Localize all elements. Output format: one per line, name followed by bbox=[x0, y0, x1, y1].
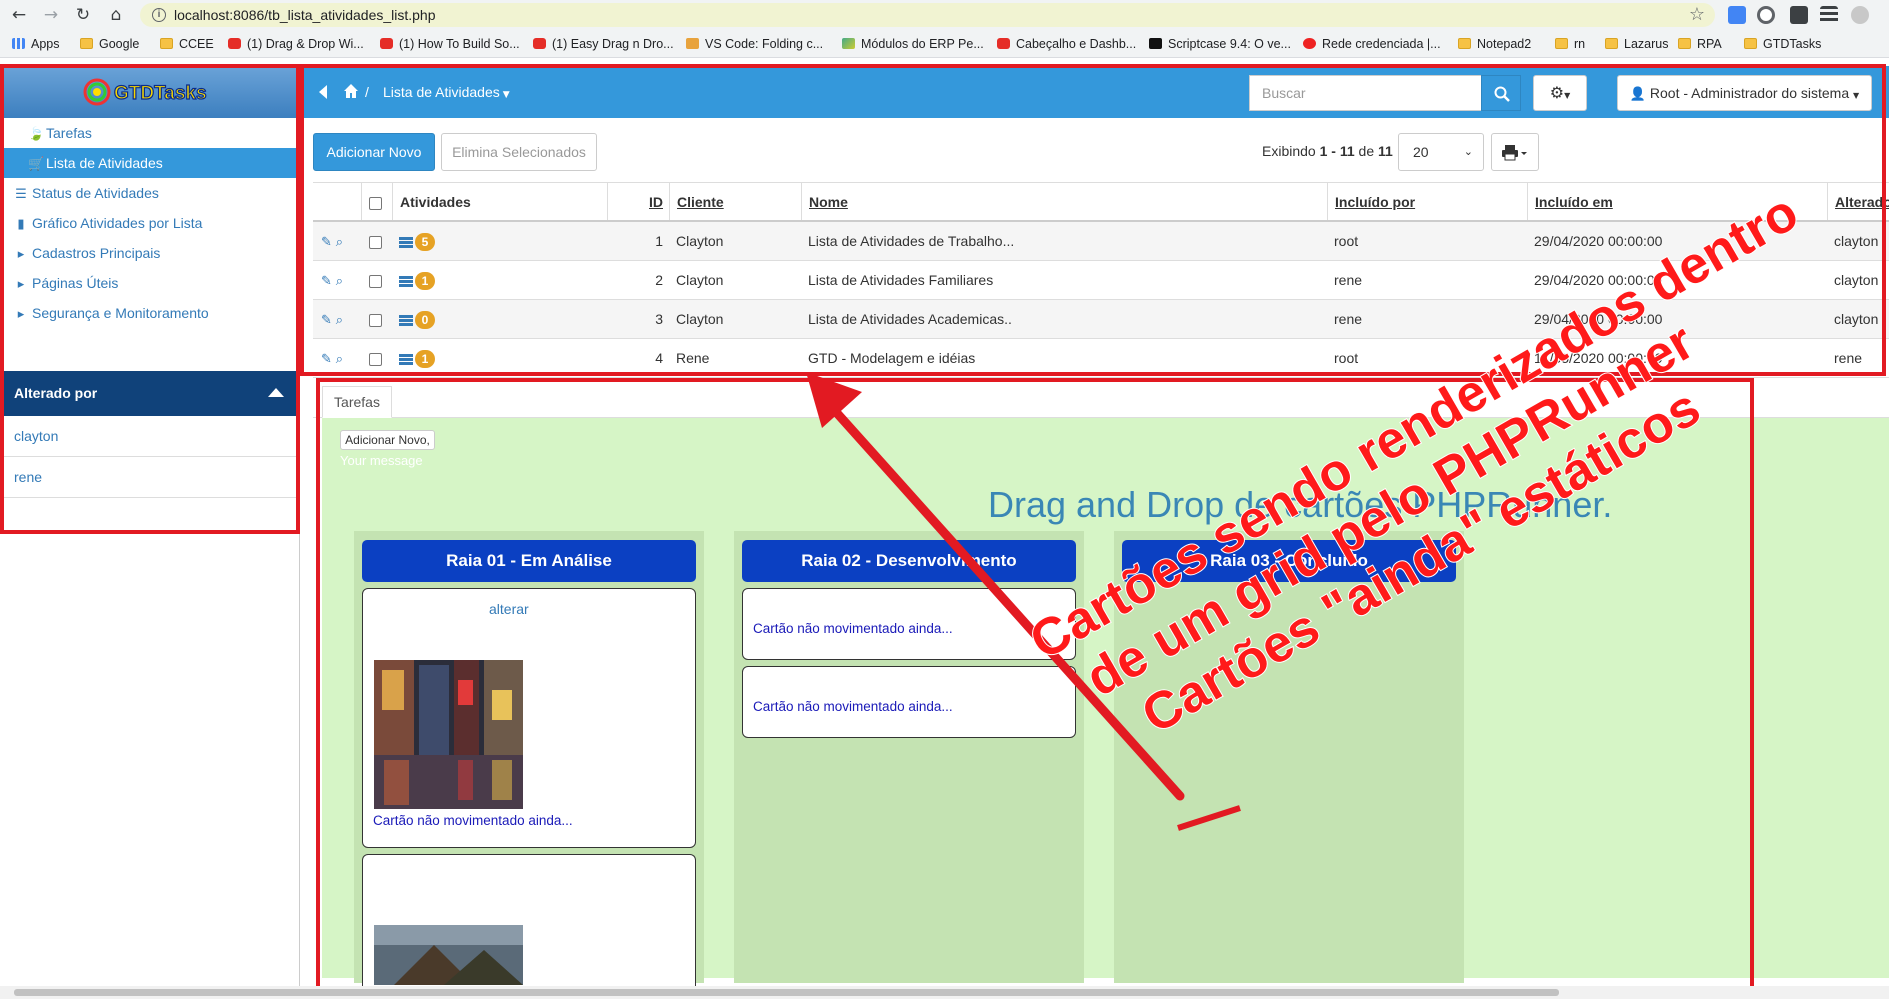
youtube-icon bbox=[380, 38, 393, 49]
folder-icon bbox=[1605, 38, 1618, 49]
folder-icon bbox=[1678, 38, 1691, 49]
youtube-icon bbox=[533, 38, 546, 49]
bookmark-item[interactable]: CCEE bbox=[160, 37, 214, 51]
bookmark-item[interactable]: Scriptcase 9.4: O ve... bbox=[1149, 37, 1291, 51]
address-bar[interactable]: i localhost:8086/tb_lista_atividades_lis… bbox=[140, 3, 1715, 27]
scriptcase-icon bbox=[1149, 38, 1162, 49]
bookmark-item[interactable]: (1) How To Build So... bbox=[380, 37, 520, 51]
horizontal-scrollbar[interactable] bbox=[0, 986, 1889, 999]
bookmark-label: Scriptcase 9.4: O ve... bbox=[1168, 37, 1291, 51]
youtube-icon bbox=[228, 38, 241, 49]
bookmark-item[interactable]: Lazarus bbox=[1605, 37, 1668, 51]
bookmark-item[interactable]: Notepad2 bbox=[1458, 37, 1531, 51]
bookmark-label: Lazarus bbox=[1624, 37, 1669, 51]
bookmark-label: (1) How To Build So... bbox=[399, 37, 520, 51]
annotation-box-sidebar bbox=[0, 64, 300, 534]
bookmark-star-icon[interactable]: ☆ bbox=[1689, 4, 1705, 25]
bookmark-label: Apps bbox=[31, 37, 60, 51]
home-icon[interactable]: ⌂ bbox=[105, 4, 127, 26]
puzzle-icon[interactable] bbox=[1790, 6, 1808, 24]
youtube-icon bbox=[997, 38, 1010, 49]
bookmark-label: GTDTasks bbox=[1763, 37, 1822, 51]
scrollbar-thumb[interactable] bbox=[14, 989, 1559, 996]
extension-icon[interactable] bbox=[1757, 6, 1775, 24]
apps-icon bbox=[12, 38, 25, 49]
vscode-icon bbox=[686, 38, 699, 49]
reload-icon[interactable]: ↻ bbox=[72, 4, 94, 26]
bookmark-label: CCEE bbox=[179, 37, 214, 51]
bookmark-item[interactable]: Rede credenciada |... bbox=[1303, 37, 1441, 51]
forward-icon[interactable]: → bbox=[40, 4, 62, 26]
folder-icon bbox=[1744, 38, 1757, 49]
site-info-icon[interactable]: i bbox=[152, 8, 166, 22]
bookmark-label: RPA bbox=[1697, 37, 1722, 51]
bookmark-label: VS Code: Folding c... bbox=[705, 37, 824, 51]
back-icon[interactable]: ← bbox=[8, 4, 30, 26]
map-icon bbox=[842, 38, 855, 49]
browser-toolbar: ← → ↻ ⌂ i localhost:8086/tb_lista_ativid… bbox=[0, 0, 1889, 30]
bookmark-item[interactable]: Google bbox=[80, 37, 139, 51]
bookmark-item[interactable]: RPA bbox=[1678, 37, 1722, 51]
folder-icon bbox=[80, 38, 93, 49]
bookmark-label: Google bbox=[99, 37, 140, 51]
bookmark-item[interactable]: (1) Easy Drag n Dro... bbox=[533, 37, 674, 51]
bookmark-label: Notepad2 bbox=[1477, 37, 1532, 51]
rede-icon bbox=[1303, 38, 1316, 49]
bookmark-label: Rede credenciada |... bbox=[1322, 37, 1441, 51]
folder-icon bbox=[1555, 38, 1568, 49]
folder-icon bbox=[1458, 38, 1471, 49]
bookmark-item[interactable]: Apps bbox=[12, 37, 60, 51]
bookmark-label: Cabeçalho e Dashb... bbox=[1016, 37, 1137, 51]
url-text: localhost:8086/tb_lista_atividades_list.… bbox=[174, 7, 436, 23]
bookmark-label: Módulos do ERP Pe... bbox=[861, 37, 984, 51]
bookmark-item[interactable]: Cabeçalho e Dashb... bbox=[997, 37, 1136, 51]
bookmark-item[interactable]: rn bbox=[1555, 37, 1585, 51]
bookmark-item[interactable]: (1) Drag & Drop Wi... bbox=[228, 37, 364, 51]
bookmarks-bar: Apps Google CCEE (1) Drag & Drop Wi... (1) H… bbox=[0, 30, 1889, 58]
bookmark-label: rn bbox=[1574, 37, 1586, 51]
folder-icon bbox=[160, 38, 173, 49]
tab-tarefas[interactable]: Tarefas bbox=[322, 386, 392, 418]
profile-avatar[interactable] bbox=[1851, 6, 1869, 24]
bookmark-label: (1) Easy Drag n Dro... bbox=[552, 37, 674, 51]
bookmark-item[interactable]: Módulos do ERP Pe... bbox=[842, 37, 984, 51]
reading-list-icon[interactable] bbox=[1820, 6, 1838, 24]
bookmark-item[interactable]: VS Code: Folding c... bbox=[686, 37, 823, 51]
bookmark-label: (1) Drag & Drop Wi... bbox=[247, 37, 364, 51]
translate-extension-icon[interactable] bbox=[1728, 6, 1746, 24]
bookmark-item[interactable]: GTDTasks bbox=[1744, 37, 1821, 51]
